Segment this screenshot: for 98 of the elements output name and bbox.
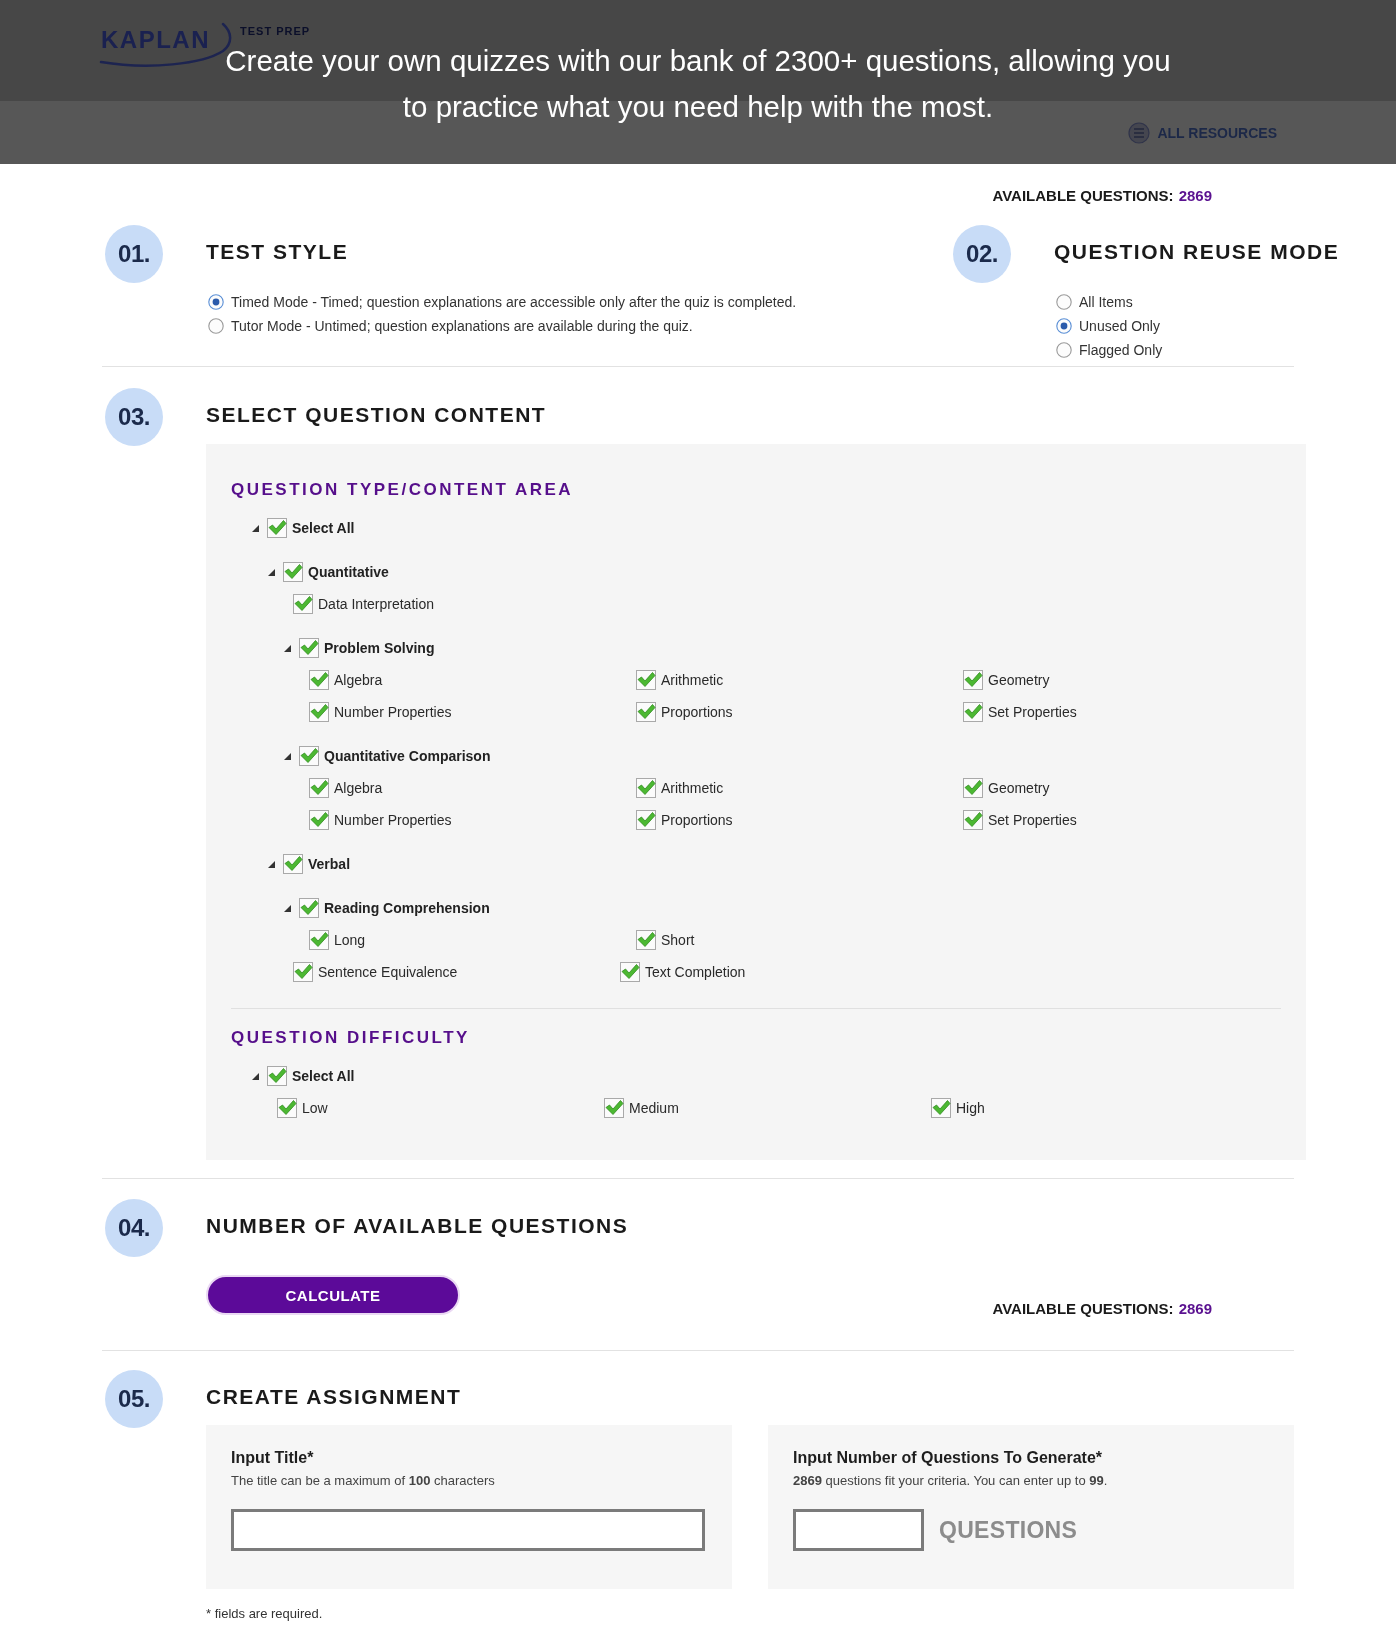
option-label: Flagged Only — [1079, 341, 1163, 359]
checkbox[interactable] — [604, 1098, 624, 1118]
available-count: 2869 — [1178, 1299, 1212, 1319]
tree-label: Medium — [629, 1099, 679, 1117]
tree-label: Quantitative — [308, 563, 389, 581]
checkbox[interactable] — [267, 1066, 287, 1086]
tree-label: Select All — [292, 519, 355, 537]
tree-label: Geometry — [988, 671, 1050, 689]
tree-label: Proportions — [661, 811, 733, 829]
triangle-icon[interactable] — [284, 752, 291, 760]
checkbox[interactable] — [636, 810, 656, 830]
tree-label: Algebra — [334, 779, 383, 797]
tree-label: Reading Comprehension — [324, 899, 490, 917]
available-label: AVAILABLE QUESTIONS: — [992, 1299, 1174, 1319]
radio-button[interactable] — [208, 318, 224, 334]
tree-label: Arithmetic — [661, 779, 724, 797]
triangle-icon[interactable] — [252, 1072, 259, 1080]
step-number: 01. — [105, 225, 163, 283]
step-number: 04. — [105, 1199, 163, 1257]
option-label: Unused Only — [1079, 317, 1160, 335]
triangle-icon[interactable] — [268, 860, 275, 868]
field-hint: The title can be a maximum of 100 characters — [231, 1472, 495, 1490]
radio-button[interactable] — [208, 294, 224, 310]
checkbox[interactable] — [299, 638, 319, 658]
checkbox[interactable] — [963, 670, 983, 690]
checkbox[interactable] — [309, 702, 329, 722]
checkbox[interactable] — [299, 746, 319, 766]
section-title: NUMBER OF AVAILABLE QUESTIONS — [206, 1213, 629, 1239]
tree-label: Problem Solving — [324, 639, 435, 657]
checkbox[interactable] — [963, 810, 983, 830]
checkbox[interactable] — [636, 702, 656, 722]
section-title: TEST STYLE — [206, 239, 349, 265]
checkbox[interactable] — [636, 930, 656, 950]
checkbox[interactable] — [309, 778, 329, 798]
option-label: All Items — [1079, 293, 1133, 311]
section-title: CREATE ASSIGNMENT — [206, 1384, 462, 1410]
checkbox[interactable] — [309, 670, 329, 690]
tree-label: Arithmetic — [661, 671, 724, 689]
available-label: AVAILABLE QUESTIONS: — [992, 186, 1174, 206]
checkbox[interactable] — [267, 518, 287, 538]
checkbox[interactable] — [963, 702, 983, 722]
tree-label: Data Interpretation — [318, 595, 434, 613]
tree-label: Long — [334, 931, 366, 949]
checkbox[interactable] — [283, 562, 303, 582]
input-field[interactable] — [231, 1509, 705, 1551]
required-note: * fields are required. — [206, 1606, 323, 1622]
tree-label: Set Properties — [988, 811, 1077, 829]
input-field[interactable] — [793, 1509, 924, 1551]
available-count: 2869 — [1178, 186, 1212, 206]
tree-label: Low — [302, 1099, 328, 1117]
tree-label: Number Properties — [334, 703, 452, 721]
menu-icon[interactable] — [1128, 121, 1151, 144]
step-number: 02. — [953, 225, 1011, 283]
step-number: 03. — [105, 388, 163, 446]
checkbox[interactable] — [931, 1098, 951, 1118]
section-title: SELECT QUESTION CONTENT — [206, 402, 547, 428]
checkbox[interactable] — [636, 778, 656, 798]
radio-button[interactable] — [1056, 318, 1072, 334]
checkbox[interactable] — [309, 930, 329, 950]
tree-label: Text Completion — [645, 963, 746, 981]
step-number: 05. — [105, 1370, 163, 1428]
checkbox[interactable] — [299, 898, 319, 918]
tree-label: Number Properties — [334, 811, 452, 829]
checkbox[interactable] — [277, 1098, 297, 1118]
checkbox[interactable] — [620, 962, 640, 982]
triangle-icon[interactable] — [252, 524, 259, 532]
tree-label: Select All — [292, 1067, 355, 1085]
checkbox[interactable] — [283, 854, 303, 874]
tree-label: High — [956, 1099, 985, 1117]
logo-tagline: TEST PREP — [240, 26, 311, 37]
tree-label: Set Properties — [988, 703, 1077, 721]
triangle-icon[interactable] — [268, 568, 275, 576]
tree-label: Geometry — [988, 779, 1050, 797]
checkbox[interactable] — [963, 778, 983, 798]
field-label: Input Number of Questions To Generate* — [793, 1448, 1103, 1468]
triangle-icon[interactable] — [284, 644, 291, 652]
checkbox[interactable] — [293, 962, 313, 982]
radio-button[interactable] — [1056, 342, 1072, 358]
checkbox[interactable] — [636, 670, 656, 690]
checkbox[interactable] — [309, 810, 329, 830]
triangle-icon[interactable] — [284, 904, 291, 912]
calculate-button[interactable]: CALCULATE — [206, 1275, 460, 1315]
tree-label: Quantitative Comparison — [324, 747, 491, 765]
option-label: Timed Mode - Timed; question explanations are accessible only after the quiz is completed. — [231, 293, 797, 311]
group-heading: QUESTION DIFFICULTY — [231, 1028, 470, 1048]
group-heading: QUESTION TYPE/CONTENT AREA — [231, 480, 574, 500]
unit-label: QUESTIONS — [939, 1516, 1078, 1545]
tree-label: Verbal — [308, 855, 351, 873]
tree-label: Short — [661, 931, 695, 949]
checkbox[interactable] — [293, 594, 313, 614]
section-title: QUESTION REUSE MODE — [1054, 239, 1340, 265]
tree-label: Proportions — [661, 703, 733, 721]
tree-label: Sentence Equivalence — [318, 963, 458, 981]
field-hint: 2869 questions fit your criteria. You can enter up to 99. — [793, 1472, 1108, 1490]
option-label: Tutor Mode - Untimed; question explanations are available during the quiz. — [231, 317, 693, 335]
field-label: Input Title* — [231, 1448, 314, 1468]
tree-label: Algebra — [334, 671, 383, 689]
radio-button[interactable] — [1056, 294, 1072, 310]
